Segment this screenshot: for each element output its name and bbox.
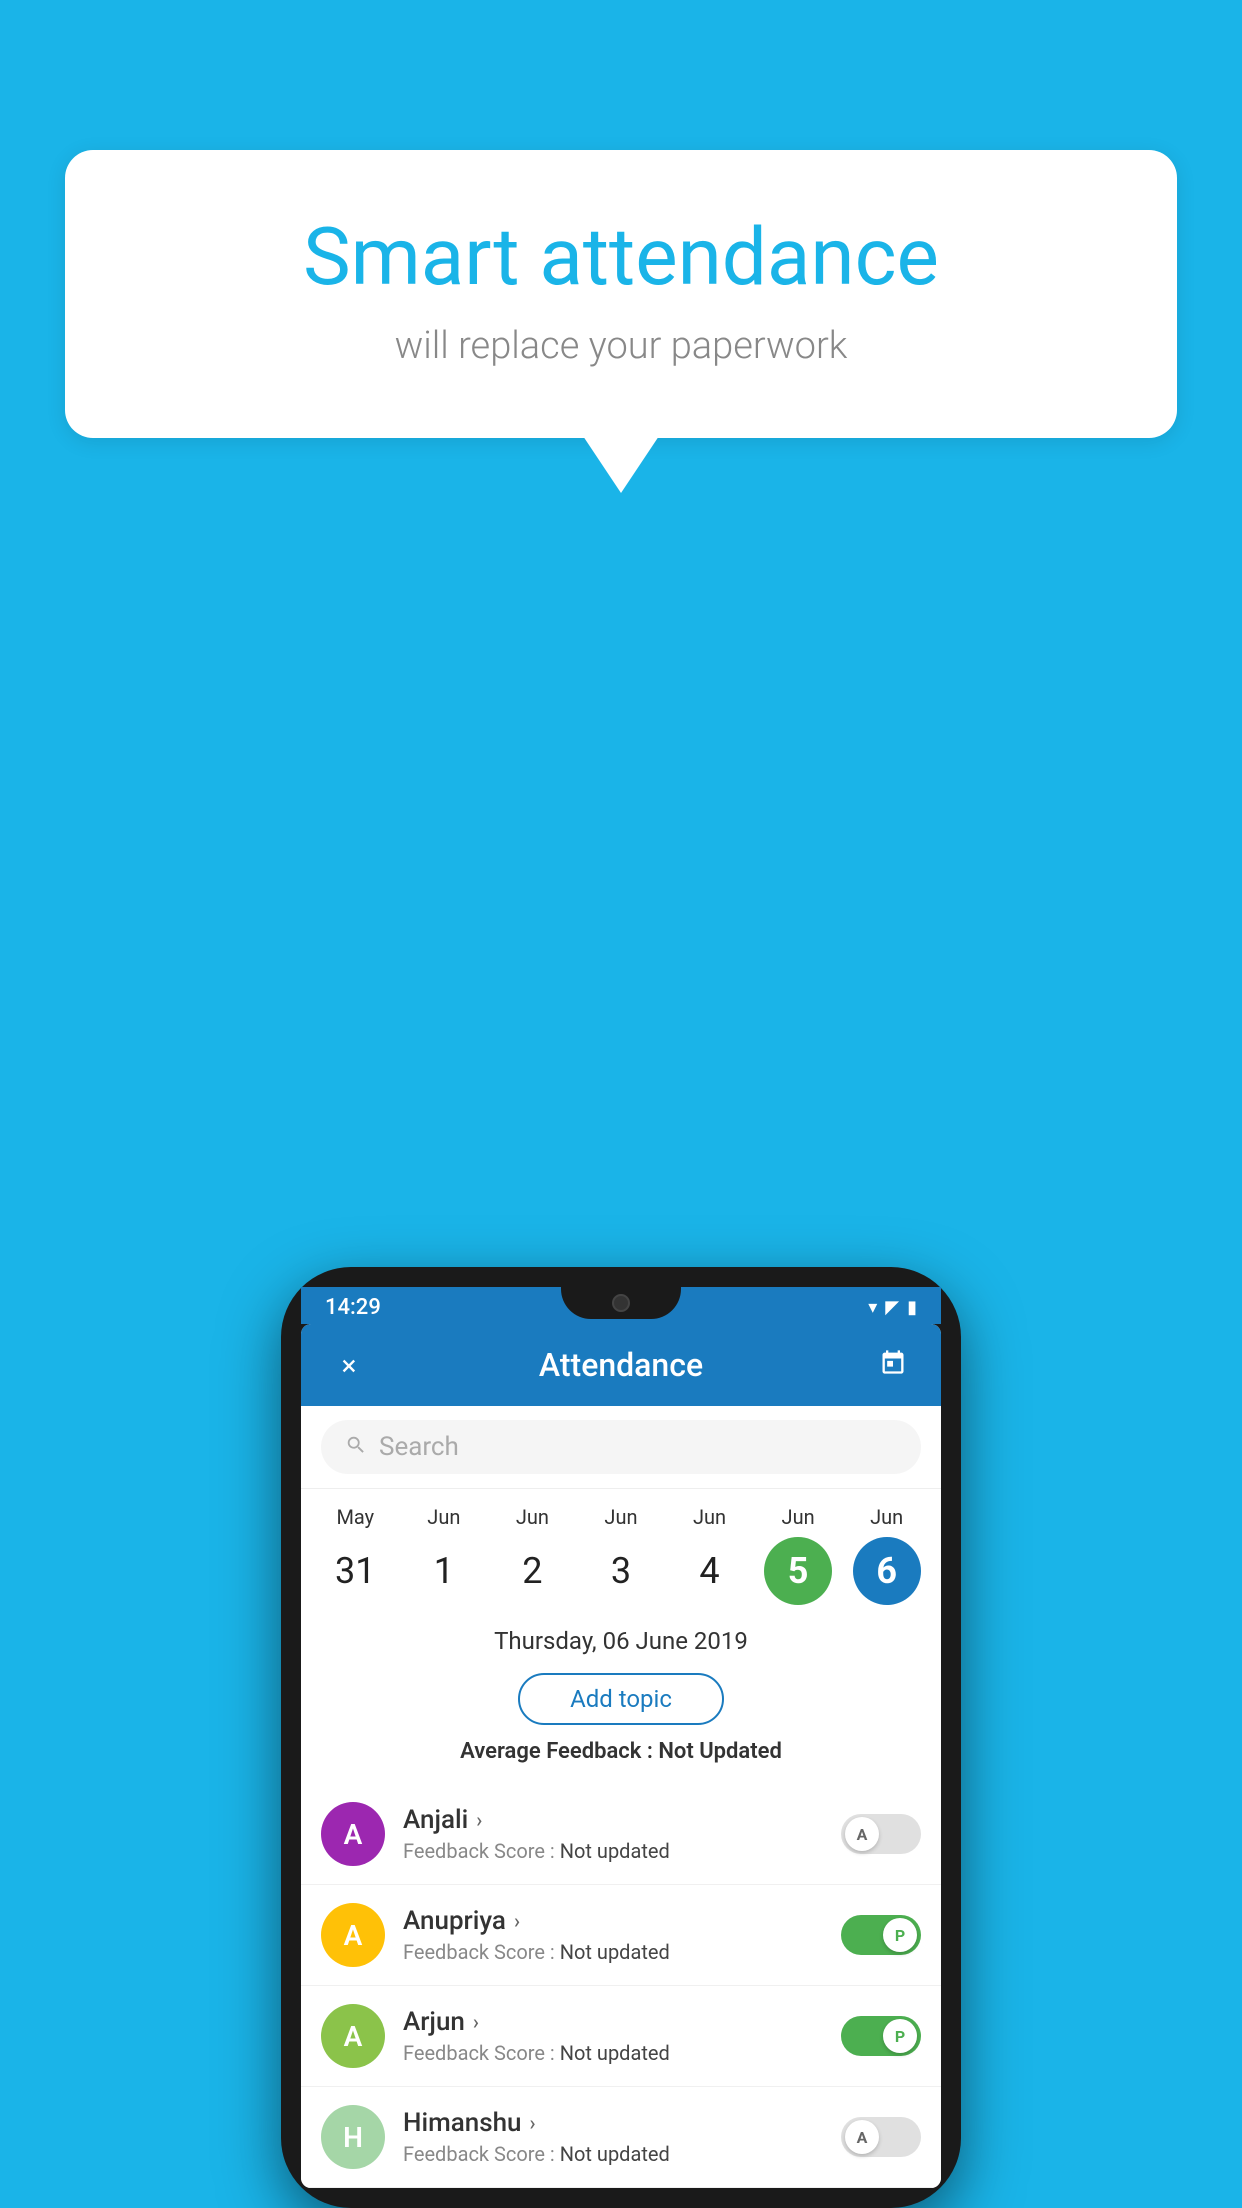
- student-name: Anupriya ›: [403, 1906, 823, 1936]
- toggle-knob: A: [845, 1817, 879, 1851]
- feedback-value: Not updated: [560, 2142, 670, 2166]
- date-day: 4: [676, 1537, 744, 1605]
- student-info: Anupriya › Feedback Score : Not updated: [403, 1906, 823, 1964]
- date-month: Jun: [870, 1505, 903, 1529]
- attendance-toggle[interactable]: A: [841, 2117, 921, 2157]
- selected-date-section: Thursday, 06 June 2019 Add topic Average…: [301, 1605, 941, 1784]
- toggle-container[interactable]: P: [841, 1915, 921, 1955]
- close-icon[interactable]: ×: [329, 1349, 369, 1382]
- speech-bubble-subtitle: will replace your paperwork: [135, 324, 1107, 368]
- student-info: Himanshu › Feedback Score : Not updated: [403, 2108, 823, 2166]
- date-month: Jun: [782, 1505, 815, 1529]
- student-avatar: A: [321, 2004, 385, 2068]
- student-name: Himanshu ›: [403, 2108, 823, 2138]
- speech-bubble-container: Smart attendance will replace your paper…: [65, 150, 1177, 438]
- calendar-icon[interactable]: [873, 1348, 913, 1382]
- selected-date-label: Thursday, 06 June 2019: [321, 1627, 921, 1655]
- student-info: Arjun › Feedback Score : Not updated: [403, 2007, 823, 2065]
- wifi-icon: ▾: [868, 1297, 877, 1318]
- date-strip: May 31 Jun 1 Jun 2 Jun 3 Jun 4 Jun 5 Jun 6: [301, 1489, 941, 1605]
- student-avatar: A: [321, 1903, 385, 1967]
- student-avatar: H: [321, 2105, 385, 2169]
- student-item[interactable]: A Arjun › Feedback Score : Not updated P: [301, 1986, 941, 2087]
- phone-time: 14:29: [325, 1295, 381, 1320]
- search-placeholder: Search: [379, 1432, 459, 1462]
- toggle-container[interactable]: P: [841, 2016, 921, 2056]
- date-day: 5: [764, 1537, 832, 1605]
- app-header: × Attendance: [301, 1324, 941, 1406]
- date-item[interactable]: Jun 2: [492, 1505, 572, 1605]
- date-month: Jun: [693, 1505, 726, 1529]
- date-item[interactable]: Jun 5: [758, 1505, 838, 1605]
- toggle-container[interactable]: A: [841, 1814, 921, 1854]
- toggle-knob: P: [883, 1918, 917, 1952]
- date-day: 3: [587, 1537, 655, 1605]
- feedback-value: Not updated: [560, 2041, 670, 2065]
- date-day: 6: [853, 1537, 921, 1605]
- app-header-title: Attendance: [369, 1346, 873, 1384]
- phone-camera: [612, 1294, 630, 1312]
- toggle-knob: A: [845, 2120, 879, 2154]
- date-day: 2: [498, 1537, 566, 1605]
- status-bar: 14:29 ▾ ◤ ▮: [301, 1287, 941, 1324]
- date-month: Jun: [516, 1505, 549, 1529]
- attendance-toggle[interactable]: A: [841, 1814, 921, 1854]
- attendance-toggle[interactable]: P: [841, 1915, 921, 1955]
- date-item[interactable]: Jun 3: [581, 1505, 661, 1605]
- phone-status-icons: ▾ ◤ ▮: [868, 1297, 917, 1318]
- toggle-container[interactable]: A: [841, 2117, 921, 2157]
- date-day: 1: [410, 1537, 478, 1605]
- student-info: Anjali › Feedback Score : Not updated: [403, 1805, 823, 1863]
- student-item[interactable]: A Anupriya › Feedback Score : Not updated P: [301, 1885, 941, 1986]
- avg-feedback: Average Feedback : Not Updated: [321, 1739, 921, 1774]
- date-month: Jun: [604, 1505, 637, 1529]
- student-feedback: Feedback Score : Not updated: [403, 1839, 823, 1863]
- date-item[interactable]: Jun 6: [847, 1505, 927, 1605]
- search-input-container[interactable]: Search: [321, 1420, 921, 1474]
- student-feedback: Feedback Score : Not updated: [403, 1940, 823, 1964]
- phone-container: 14:29 ▾ ◤ ▮ × Attendance: [281, 1267, 961, 2208]
- chevron-icon: ›: [530, 2111, 536, 2135]
- date-item[interactable]: Jun 4: [670, 1505, 750, 1605]
- chevron-icon: ›: [476, 1808, 482, 1832]
- date-month: Jun: [427, 1505, 460, 1529]
- toggle-knob: P: [883, 2019, 917, 2053]
- student-name: Arjun ›: [403, 2007, 823, 2037]
- date-item[interactable]: May 31: [315, 1505, 395, 1605]
- student-name: Anjali ›: [403, 1805, 823, 1835]
- student-feedback: Feedback Score : Not updated: [403, 2142, 823, 2166]
- date-month: May: [336, 1505, 374, 1529]
- student-feedback: Feedback Score : Not updated: [403, 2041, 823, 2065]
- date-day: 31: [321, 1537, 389, 1605]
- speech-bubble: Smart attendance will replace your paper…: [65, 150, 1177, 438]
- avg-feedback-value: Not Updated: [658, 1739, 782, 1764]
- feedback-value: Not updated: [560, 1839, 670, 1863]
- search-bar: Search: [301, 1406, 941, 1489]
- chevron-icon: ›: [473, 2010, 479, 2034]
- phone-notch: [561, 1287, 681, 1319]
- phone-screen: × Attendance Search: [301, 1324, 941, 2188]
- student-item[interactable]: H Himanshu › Feedback Score : Not updated A: [301, 2087, 941, 2188]
- phone-frame: 14:29 ▾ ◤ ▮ × Attendance: [281, 1267, 961, 2208]
- student-item[interactable]: A Anjali › Feedback Score : Not updated A: [301, 1784, 941, 1885]
- add-topic-button[interactable]: Add topic: [518, 1673, 724, 1725]
- feedback-value: Not updated: [560, 1940, 670, 1964]
- search-icon: [345, 1434, 367, 1460]
- student-avatar: A: [321, 1802, 385, 1866]
- battery-icon: ▮: [907, 1297, 917, 1318]
- avg-feedback-label: Average Feedback :: [460, 1739, 653, 1764]
- speech-bubble-title: Smart attendance: [135, 210, 1107, 304]
- signal-icon: ◤: [885, 1297, 899, 1318]
- chevron-icon: ›: [514, 1909, 520, 1933]
- student-list: AAnjali ›Feedback Score : Not updatedAAA…: [301, 1784, 941, 2188]
- date-item[interactable]: Jun 1: [404, 1505, 484, 1605]
- attendance-toggle[interactable]: P: [841, 2016, 921, 2056]
